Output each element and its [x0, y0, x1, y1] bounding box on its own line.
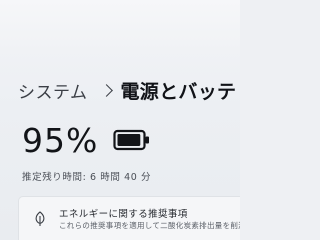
settings-window: システム 電源とバッテリー 95% 推定残り時間: 6 時間 40 分 エネルギ… — [0, 0, 240, 240]
breadcrumb-system-link[interactable]: システム — [18, 78, 88, 103]
chevron-right-icon — [99, 83, 113, 97]
recommendations-description: これらの推奨事項を適用して二酸化炭素排出量を削減する — [59, 221, 240, 230]
breadcrumb: システム 電源とバッテリー — [18, 78, 241, 103]
leaf-icon — [33, 211, 47, 227]
recommendations-title: エネルギーに関する推奨事項 — [59, 209, 188, 220]
page-title: 電源とバッテリー — [120, 80, 241, 103]
estimated-time-remaining: 推定残り時間: 6 時間 40 分 — [22, 172, 152, 183]
battery-status: 95% — [22, 118, 151, 162]
title-bar-area — [0, 0, 240, 52]
battery-fill — [117, 134, 141, 146]
energy-recommendations-card[interactable]: エネルギーに関する推奨事項 これらの推奨事項を適用して二酸化炭素排出量を削減する — [18, 196, 240, 240]
battery-icon — [113, 127, 151, 153]
battery-percentage: 95% — [22, 120, 99, 160]
